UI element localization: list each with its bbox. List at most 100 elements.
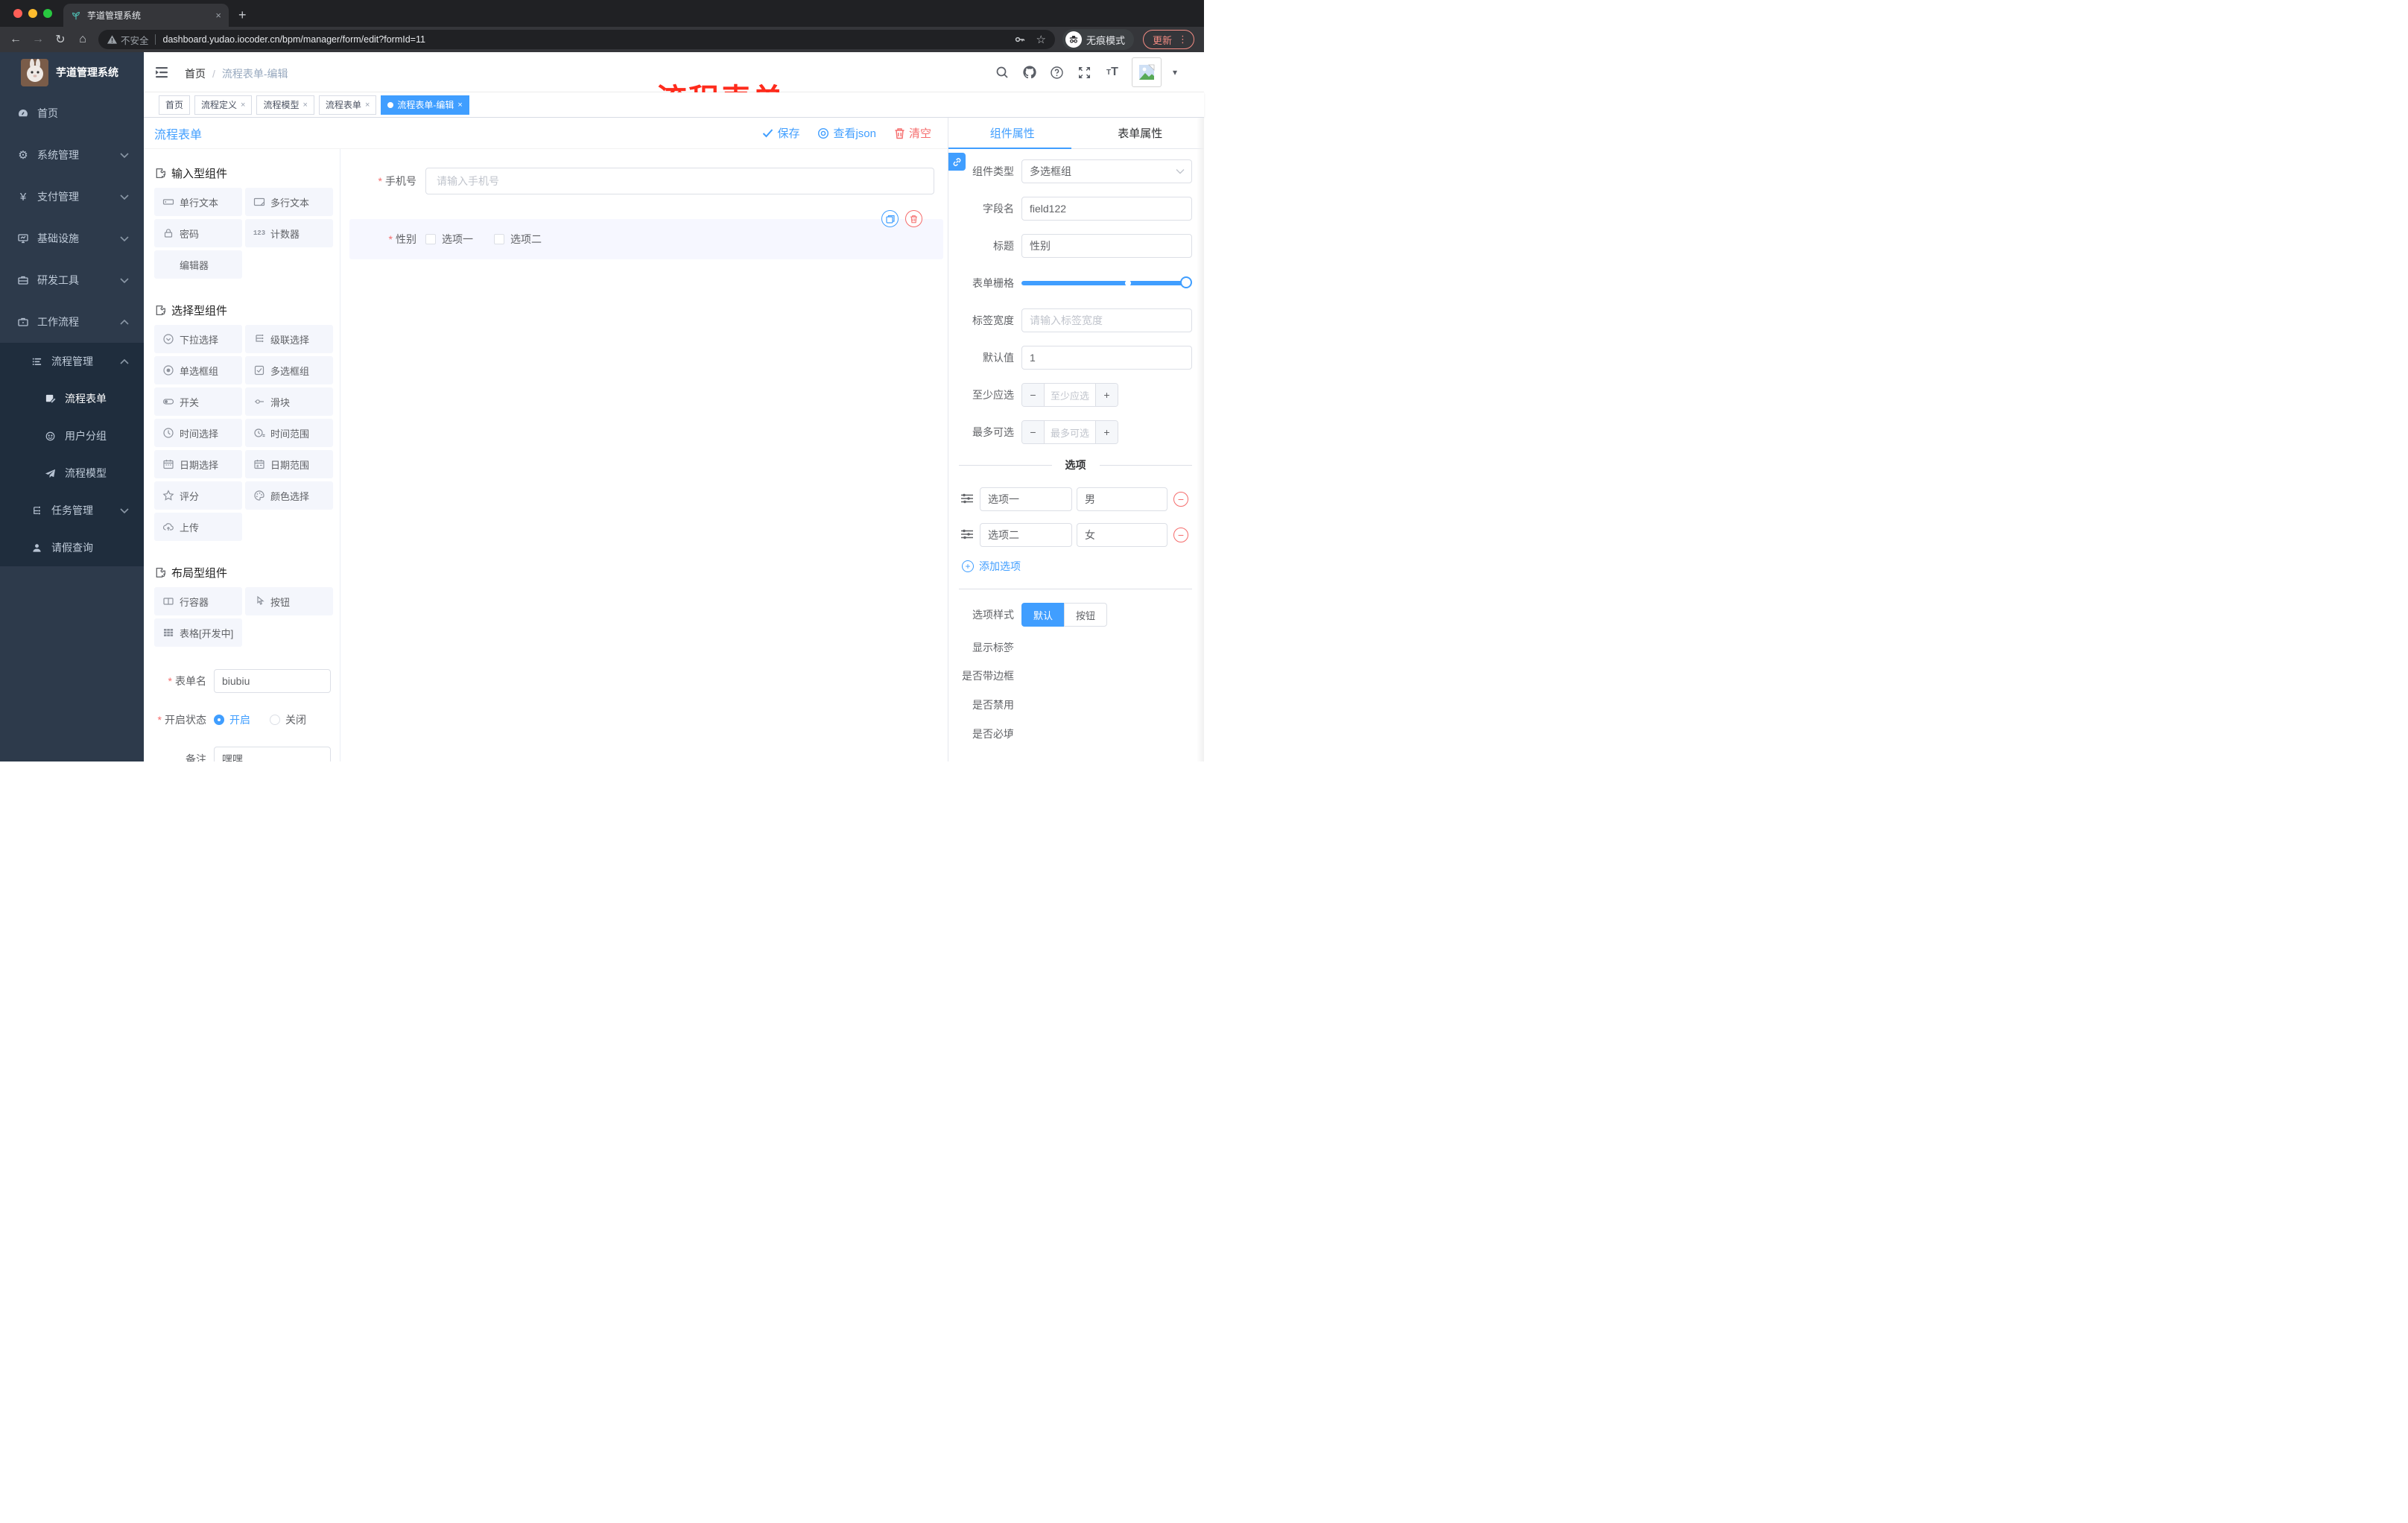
palette-item-select[interactable]: 下拉选择	[154, 325, 242, 353]
tag-close-icon[interactable]: ×	[457, 101, 462, 110]
status-on-radio[interactable]: 开启	[214, 712, 250, 727]
stepper-increase-button[interactable]: +	[1095, 384, 1118, 406]
style-default-button[interactable]: 默认	[1021, 603, 1065, 627]
checkbox-box[interactable]	[494, 234, 504, 244]
add-option-button[interactable]: + 添加选项	[962, 559, 1192, 574]
label-width-input[interactable]	[1021, 308, 1192, 332]
option2-label-input[interactable]	[980, 523, 1072, 547]
search-icon[interactable]	[994, 64, 1010, 80]
avatar-caret-down-icon[interactable]: ▾	[1173, 67, 1177, 77]
copy-component-button[interactable]	[881, 210, 899, 227]
url-text[interactable]: dashboard.yudao.iocoder.cn/bpm/manager/f…	[163, 34, 1008, 45]
remove-option-button[interactable]: −	[1173, 492, 1188, 507]
zoom-window-button[interactable]	[43, 9, 52, 18]
tag-home[interactable]: 首页	[159, 95, 191, 115]
home-button[interactable]: ⌂	[72, 33, 94, 46]
palette-item-switch[interactable]: 开关	[154, 387, 242, 416]
canvas-field-gender-selected[interactable]: 性别 选项一 选项二	[349, 210, 943, 259]
github-icon[interactable]	[1021, 64, 1038, 80]
tag-close-icon[interactable]: ×	[302, 101, 307, 110]
palette-item-checkbox-group[interactable]: 多选框组	[245, 356, 333, 384]
avatar[interactable]	[1131, 57, 1162, 87]
sidebar-item-payment[interactable]: ¥ 支付管理	[0, 176, 144, 218]
drag-handle-icon[interactable]	[960, 528, 975, 542]
tag-process-form-edit[interactable]: 流程表单-编辑 ×	[381, 95, 469, 115]
palette-item-editor[interactable]: 编辑器	[154, 250, 242, 279]
sidebar-logo[interactable]: 芋道管理系统	[0, 52, 144, 92]
grid-slider[interactable]	[1021, 276, 1192, 288]
save-button[interactable]: 保存	[762, 125, 799, 141]
palette-item-rate[interactable]: 评分	[154, 481, 242, 510]
tag-close-icon[interactable]: ×	[241, 101, 245, 110]
palette-item-date-picker[interactable]: 日期选择	[154, 450, 242, 478]
sidebar-item-system[interactable]: ⚙ 系统管理	[0, 134, 144, 176]
palette-item-color-picker[interactable]: 颜色选择	[245, 481, 333, 510]
sidebar-toggle-hamburger-icon[interactable]	[154, 65, 169, 80]
view-json-button[interactable]: 查看json	[817, 125, 876, 141]
forward-button[interactable]: →	[27, 33, 49, 46]
min-select-placeholder[interactable]: 至少应选	[1045, 384, 1095, 406]
tag-process-form[interactable]: 流程表单 ×	[318, 95, 377, 115]
new-tab-button[interactable]: +	[238, 6, 247, 24]
minimize-window-button[interactable]	[28, 9, 37, 18]
tag-close-icon[interactable]: ×	[365, 101, 370, 110]
gender-option1-checkbox[interactable]: 选项一	[425, 232, 473, 247]
status-off-radio[interactable]: 关闭	[270, 712, 306, 727]
sidebar-item-devtools[interactable]: 研发工具	[0, 259, 144, 301]
sidebar-item-workflow[interactable]: 工作流程	[0, 301, 144, 343]
style-button-button[interactable]: 按钮	[1064, 603, 1108, 627]
stepper-increase-button[interactable]: +	[1095, 421, 1118, 443]
breadcrumb-home[interactable]: 首页	[185, 66, 206, 81]
security-label[interactable]: 不安全	[121, 33, 149, 47]
palette-item-button[interactable]: 按钮	[245, 587, 333, 615]
back-button[interactable]: ←	[4, 33, 27, 46]
palette-item-radio-group[interactable]: 单选框组	[154, 356, 242, 384]
palette-item-time-range[interactable]: 时间范围	[245, 419, 333, 447]
fullscreen-icon[interactable]	[1077, 64, 1093, 80]
slider-handle[interactable]	[1180, 276, 1192, 288]
option2-value-input[interactable]	[1077, 523, 1167, 547]
font-size-icon[interactable]: TT	[1104, 64, 1121, 80]
field-name-input[interactable]	[1021, 197, 1192, 221]
sidebar-item-leave-query[interactable]: 请假查询	[0, 529, 144, 566]
default-value-input[interactable]	[1021, 346, 1192, 370]
address-bar[interactable]: 不安全 dashboard.yudao.iocoder.cn/bpm/manag…	[98, 30, 1055, 49]
help-question-icon[interactable]	[1049, 64, 1065, 80]
delete-component-button[interactable]	[905, 210, 922, 227]
palette-item-slider[interactable]: 滑块	[245, 387, 333, 416]
stepper-decrease-button[interactable]: −	[1022, 421, 1045, 443]
gender-option2-checkbox[interactable]: 选项二	[494, 232, 542, 247]
close-window-button[interactable]	[13, 9, 22, 18]
clear-button[interactable]: 清空	[894, 125, 931, 141]
browser-menu-dots-icon[interactable]: ⋮	[1178, 34, 1188, 45]
browser-tab[interactable]: 芋道管理系统 ×	[63, 4, 229, 27]
password-key-icon[interactable]	[1014, 34, 1026, 45]
sidebar-item-process-model[interactable]: 流程模型	[0, 455, 144, 492]
canvas-field-phone[interactable]: 手机号 请输入手机号	[349, 168, 943, 194]
palette-item-multi-line-text[interactable]: 多行文本	[245, 188, 333, 216]
palette-item-time-picker[interactable]: 时间选择	[154, 419, 242, 447]
palette-item-date-range[interactable]: 日期范围	[245, 450, 333, 478]
palette-item-table[interactable]: 表格[开发中]	[154, 618, 242, 647]
remark-textarea[interactable]: 嘿嘿	[214, 747, 331, 762]
option1-value-input[interactable]	[1077, 487, 1167, 511]
phone-input[interactable]: 请输入手机号	[425, 168, 934, 194]
reload-button[interactable]: ↻	[49, 32, 72, 47]
sidebar-item-process-manage[interactable]: 流程管理	[0, 343, 144, 380]
form-name-input[interactable]	[214, 669, 331, 693]
tab-component-props[interactable]: 组件属性	[948, 118, 1077, 148]
sidebar-item-user-group[interactable]: 用户分组	[0, 417, 144, 455]
max-select-placeholder[interactable]: 最多可选	[1045, 421, 1095, 443]
sidebar-item-task-manage[interactable]: 任务管理	[0, 492, 144, 529]
remove-option-button[interactable]: −	[1173, 528, 1188, 542]
drag-handle-icon[interactable]	[960, 493, 975, 506]
bookmark-star-icon[interactable]: ☆	[1036, 33, 1046, 46]
stepper-decrease-button[interactable]: −	[1022, 384, 1045, 406]
tag-process-model[interactable]: 流程模型 ×	[256, 95, 314, 115]
palette-item-cascader[interactable]: 级联选择	[245, 325, 333, 353]
option1-label-input[interactable]	[980, 487, 1072, 511]
update-button[interactable]: 更新 ⋮	[1143, 30, 1195, 49]
tab-form-props[interactable]: 表单属性	[1077, 118, 1205, 148]
sidebar-item-infra[interactable]: 基础设施	[0, 218, 144, 259]
checkbox-box[interactable]	[425, 234, 436, 244]
